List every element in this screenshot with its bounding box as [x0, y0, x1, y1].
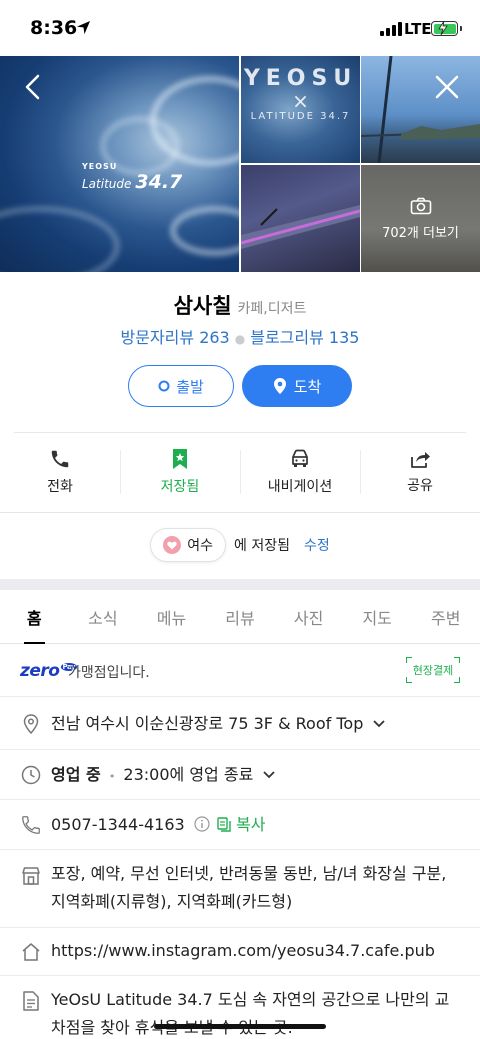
camera-icon	[410, 197, 431, 215]
tab-map[interactable]: 지도	[343, 590, 412, 643]
zero-pay-row: zero Pay 가맹점입니다. 현장결제	[0, 645, 480, 697]
website-link[interactable]: https://www.instagram.com/yeosu34.7.cafe…	[51, 937, 462, 965]
share-icon	[411, 452, 430, 468]
tab-nearby[interactable]: 주변	[411, 590, 480, 643]
share-action[interactable]: 공유	[360, 433, 480, 511]
blog-reviews-link[interactable]: 블로그리뷰 135	[250, 328, 359, 347]
closing-time: 23:00에 영업 종료	[123, 765, 254, 784]
battery-icon	[431, 21, 462, 36]
location-pin-icon	[23, 714, 39, 735]
close-icon[interactable]	[430, 70, 464, 104]
open-status: 영업 중	[51, 765, 101, 784]
phone-icon	[51, 450, 69, 468]
address-row[interactable]: 전남 여수시 이순신광장로 75 3F & Roof Top	[0, 698, 480, 750]
place-category: 카페,디저트	[237, 301, 307, 317]
start-point-icon	[158, 380, 170, 392]
section-separator	[0, 579, 480, 590]
copy-button[interactable]: 복사	[217, 815, 265, 834]
zero-pay-text: 가맹점입니다.	[68, 665, 150, 681]
more-photos-label: 702개 더보기	[382, 226, 459, 241]
description-text: YeOsU Latitude 34.7 도심 속 자연의 공간으로 나만의 교 …	[51, 990, 450, 1037]
photo-thumb-1[interactable]: YEOSU × LATITUDE 34.7	[241, 56, 360, 163]
chevron-down-icon[interactable]	[262, 770, 276, 780]
info-icon[interactable]	[194, 816, 210, 832]
network-label: LTE	[404, 20, 432, 38]
status-time: 8:36	[30, 17, 78, 39]
divider	[0, 512, 480, 513]
home-icon	[22, 943, 40, 961]
phone-number[interactable]: 0507-1344-4163	[51, 815, 185, 834]
call-action[interactable]: 전화	[0, 433, 120, 511]
place-header: 삼사칠 카페,디저트	[0, 290, 480, 320]
saved-folder-row: 여수 에 저장됨 수정	[0, 528, 480, 562]
location-arrow-icon	[76, 20, 91, 35]
more-photos-button[interactable]: 702개 더보기	[361, 165, 480, 272]
phone-outline-icon	[22, 816, 40, 834]
visitor-reviews-link[interactable]: 방문자리뷰 263	[121, 328, 230, 347]
place-name: 삼사칠	[173, 294, 232, 318]
thumb-brand: YEOSU × LATITUDE 34.7	[243, 66, 358, 122]
address-text: 전남 여수시 이순신광장로 75 3F & Roof Top	[51, 714, 364, 733]
bookmark-icon	[173, 449, 187, 469]
photo-thumb-3[interactable]	[241, 165, 360, 272]
car-icon	[292, 449, 308, 467]
hours-row[interactable]: 영업 중 • 23:00에 영업 종료	[0, 750, 480, 800]
arrive-route-button[interactable]: 도착	[242, 365, 352, 407]
saved-folder-chip[interactable]: 여수	[150, 528, 226, 562]
onsite-payment-badge: 현장결제	[406, 657, 460, 683]
website-row[interactable]: https://www.instagram.com/yeosu34.7.cafe…	[0, 928, 480, 976]
ceiling-light-graphic	[241, 205, 360, 249]
signal-icon	[380, 22, 402, 36]
tab-menu[interactable]: 메뉴	[137, 590, 206, 643]
amenities-row: 포장, 예약, 무선 인터넷, 반려동물 동반, 남/녀 화장실 구분, 지역화…	[0, 850, 480, 928]
status-bar: 8:36 LTE	[0, 0, 480, 56]
back-arrow-icon[interactable]	[18, 72, 48, 102]
saved-action[interactable]: 저장됨	[120, 433, 240, 511]
tab-home[interactable]: 홈	[0, 590, 69, 644]
phone-row[interactable]: 0507-1344-4163 복사	[0, 800, 480, 850]
navigation-action[interactable]: 내비게이션	[240, 433, 360, 511]
tab-bar: 홈 소식 메뉴 리뷰 사진 지도 주변	[0, 590, 480, 644]
tab-reviews[interactable]: 리뷰	[206, 590, 275, 643]
home-indicator[interactable]	[154, 1024, 326, 1029]
document-icon	[23, 991, 39, 1011]
clock-icon	[21, 765, 41, 785]
map-pin-icon	[273, 378, 286, 394]
copy-icon	[217, 817, 231, 832]
amenities-text: 포장, 예약, 무선 인터넷, 반려동물 동반, 남/녀 화장실 구분, 지역화…	[51, 864, 447, 911]
heart-icon	[163, 536, 182, 554]
action-bar: 전화 저장됨 내비게이션 공유	[0, 433, 480, 511]
tab-photos[interactable]: 사진	[274, 590, 343, 643]
tab-news[interactable]: 소식	[69, 590, 138, 643]
start-route-button[interactable]: 출발	[128, 365, 234, 407]
main-photo-brand: YEOSU Latitude 34.7	[82, 162, 183, 193]
saved-suffix: 에 저장됨	[234, 538, 290, 554]
photo-gallery[interactable]: YEOSU Latitude 34.7 YEOSU × LATITUDE 34.7	[0, 56, 480, 272]
description-row[interactable]: YeOsU Latitude 34.7 도심 속 자연의 공간으로 나만의 교 …	[0, 976, 480, 1039]
edit-link[interactable]: 수정	[304, 535, 330, 555]
store-icon	[22, 867, 40, 885]
review-links: 방문자리뷰 263 ● 블로그리뷰 135	[120, 328, 360, 347]
saved-folder-name: 여수	[187, 538, 213, 554]
chevron-down-icon[interactable]	[372, 719, 386, 729]
